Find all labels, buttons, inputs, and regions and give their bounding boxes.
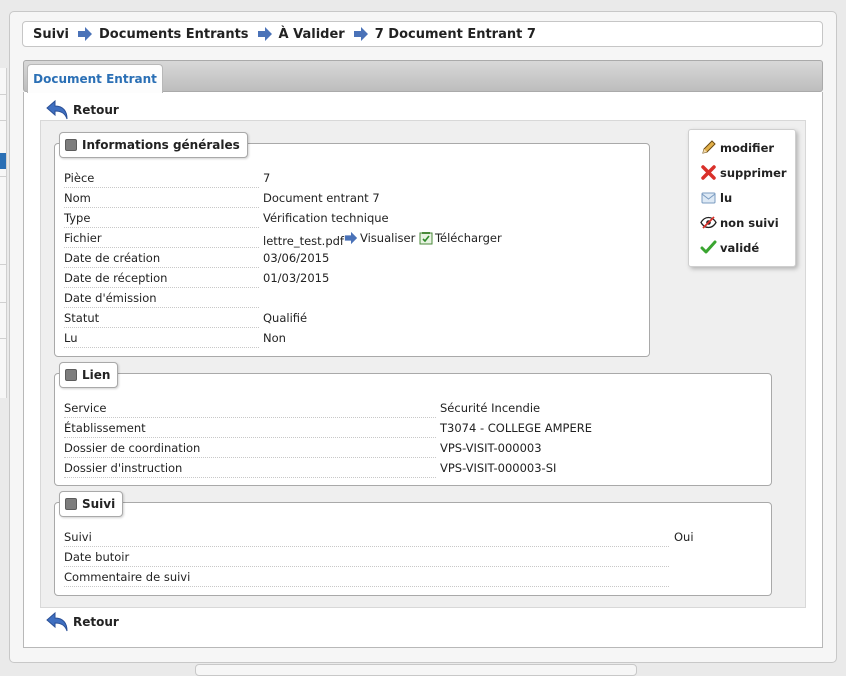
valide-button[interactable]: validé [700, 239, 759, 256]
lu-button[interactable]: lu [700, 189, 732, 206]
back-arrow-icon [46, 611, 68, 632]
field-label: Pièce [64, 168, 259, 188]
field-label: Date de réception [64, 268, 259, 288]
collapse-toggle-icon [65, 498, 77, 510]
non-suivi-button[interactable]: non suivi [700, 214, 779, 231]
sidebar-active-item[interactable] [0, 153, 6, 169]
fieldset-legend[interactable]: Suivi [59, 491, 124, 517]
fieldset-informations-generales: Informations générales Pièce 7 Nom Documen… [54, 132, 650, 357]
bottom-panel-edge [195, 664, 637, 676]
arrow-right-icon [344, 231, 358, 245]
action-label: validé [720, 240, 760, 255]
supprimer-button[interactable]: supprimer [700, 164, 787, 181]
actions-menu: modifier supprimer lu non suivi validé [688, 129, 796, 267]
field-label: Service [64, 398, 436, 418]
action-label: modifier [720, 140, 775, 155]
field-value: Oui [674, 530, 694, 544]
back-arrow-icon [46, 99, 68, 120]
download-file-button[interactable]: Télécharger [419, 228, 502, 248]
collapse-toggle-icon [65, 139, 77, 151]
breadcrumb-item-suivi[interactable]: Suivi [33, 27, 69, 42]
eye-slash-icon [700, 216, 717, 229]
delete-icon [701, 165, 716, 180]
field-value: 01/03/2015 [263, 271, 330, 285]
breadcrumb-item-a-valider[interactable]: À Valider [279, 27, 345, 42]
breadcrumb: Suivi Documents Entrants À Valider 7 Doc… [22, 21, 823, 47]
legend-label: Lien [82, 368, 111, 382]
field-value: Qualifié [263, 311, 308, 325]
modifier-button[interactable]: modifier [700, 139, 774, 156]
field-label: Dossier d'instruction [64, 458, 436, 478]
field-label: Établissement [64, 418, 436, 438]
legend-label: Informations générales [82, 138, 240, 152]
action-label: lu [720, 190, 733, 205]
file-name: lettre_test.pdf [263, 234, 344, 248]
collapse-toggle-icon [65, 369, 77, 381]
download-icon [419, 232, 433, 245]
field-label: Fichier [64, 228, 259, 248]
field-value: Vérification technique [263, 211, 389, 225]
back-label: Retour [73, 103, 119, 117]
file-value: lettre_test.pdf Visualiser Télécharger [263, 228, 502, 248]
legend-label: Suivi [82, 497, 116, 511]
download-label: Télécharger [434, 231, 502, 245]
field-label: Date d'émission [64, 288, 259, 308]
field-label: Type [64, 208, 259, 228]
pencil-icon [702, 140, 716, 154]
action-label: non suivi [720, 215, 779, 230]
action-label: supprimer [720, 165, 787, 180]
field-value: Non [263, 331, 286, 345]
field-label: Date butoir [64, 547, 669, 567]
breadcrumb-item-current: 7 Document Entrant 7 [374, 26, 536, 42]
check-icon [700, 240, 717, 254]
fieldset-suivi: Suivi Suivi Oui Date butoir Commentaire d… [54, 491, 772, 596]
fieldset-legend[interactable]: Lien [59, 362, 119, 388]
field-label: Dossier de coordination [64, 438, 436, 458]
field-value: Document entrant 7 [263, 191, 380, 205]
dossier-instruction-link[interactable]: VPS-VISIT-000003-SI [440, 458, 556, 478]
field-value: 03/06/2015 [263, 251, 330, 265]
back-label: Retour [73, 615, 119, 629]
dossier-coordination-link[interactable]: VPS-VISIT-000003 [440, 438, 542, 458]
field-label: Nom [64, 188, 259, 208]
arrow-right-icon [257, 27, 272, 41]
fieldset-legend[interactable]: Informations générales [59, 132, 248, 158]
tab-document-entrant[interactable]: Document Entrant [27, 64, 163, 93]
field-value: Sécurité Incendie [440, 401, 541, 415]
arrow-right-icon [78, 27, 93, 41]
sidebar-strip [0, 68, 7, 398]
fieldset-lien: Lien Service Sécurité Incendie Établissem… [54, 362, 772, 486]
field-label: Date de création [64, 248, 259, 268]
back-link-top[interactable]: Retour [46, 99, 119, 121]
etablissement-link[interactable]: T3074 - COLLEGE AMPERE [440, 418, 592, 438]
breadcrumb-item-documents-entrants[interactable]: Documents Entrants [99, 27, 249, 42]
field-value: 7 [263, 171, 271, 185]
field-label: Suivi [64, 527, 669, 547]
arrow-right-icon [353, 27, 368, 41]
back-link-bottom[interactable]: Retour [46, 611, 119, 633]
field-label: Lu [64, 328, 259, 348]
view-file-button[interactable]: Visualiser [344, 228, 415, 248]
envelope-icon [701, 192, 716, 204]
field-label: Statut [64, 308, 259, 328]
view-label: Visualiser [359, 231, 416, 245]
field-label: Commentaire de suivi [64, 567, 669, 587]
